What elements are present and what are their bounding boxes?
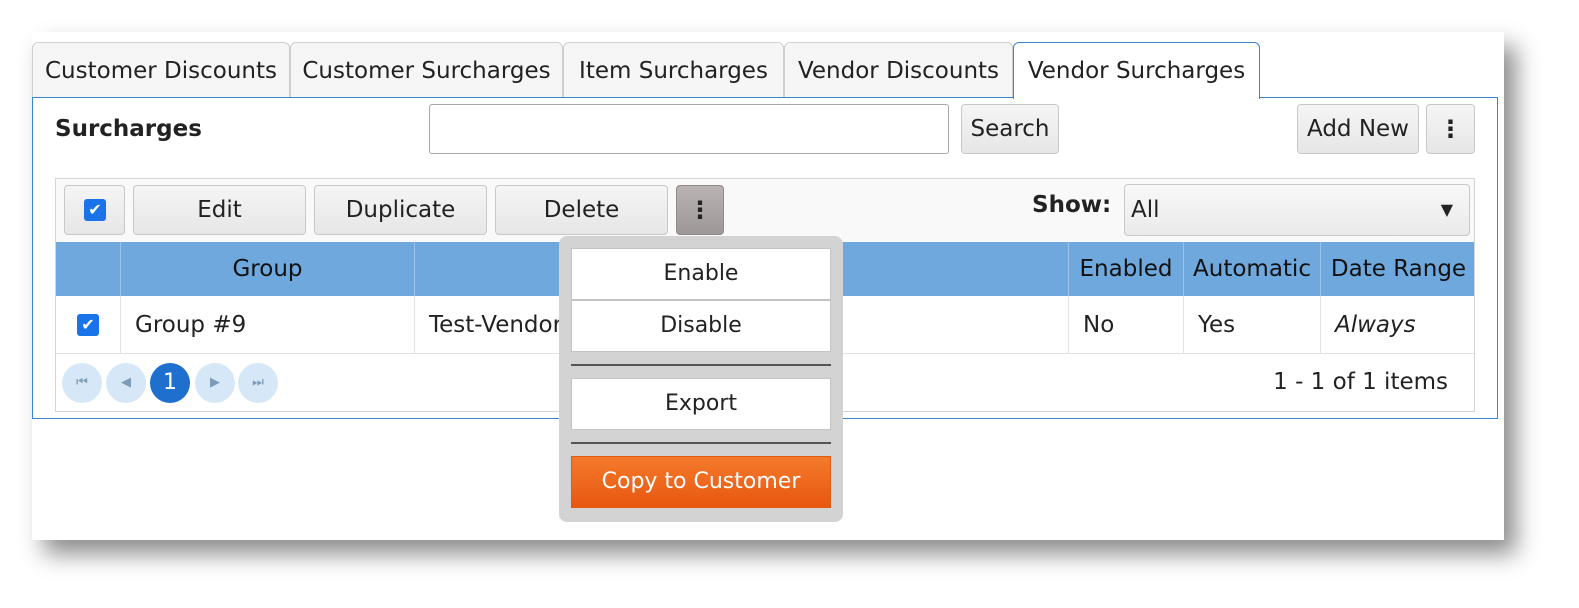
show-label: Show:	[1032, 192, 1112, 218]
menu-item-export[interactable]: Export	[571, 378, 831, 430]
row-checkbox[interactable]: ✔	[77, 314, 99, 336]
cell-enabled: No	[1068, 296, 1183, 354]
cell-date-range: Always	[1320, 296, 1476, 354]
tab-customer-surcharges[interactable]: Customer Surcharges	[290, 42, 563, 98]
cell-group: Group #9	[120, 296, 414, 354]
show-filter-value: All	[1131, 197, 1160, 223]
pager-info: 1 - 1 of 1 items	[1273, 369, 1448, 395]
tab-customer-discounts[interactable]: Customer Discounts	[32, 42, 290, 98]
search-input[interactable]	[429, 104, 949, 154]
menu-item-enable[interactable]: Enable	[571, 248, 831, 300]
menu-item-copy-to-customer[interactable]: Copy to Customer	[571, 456, 831, 508]
select-all-checkbox[interactable]: ✔	[84, 199, 106, 221]
add-new-button[interactable]: Add New	[1297, 104, 1419, 154]
duplicate-button[interactable]: Duplicate	[314, 185, 487, 235]
edit-button[interactable]: Edit	[133, 185, 306, 235]
delete-button[interactable]: Delete	[495, 185, 668, 235]
actions-dropdown-menu: Enable Disable Export Copy to Customer	[559, 236, 843, 522]
tab-item-surcharges[interactable]: Item Surcharges	[563, 42, 784, 98]
tab-vendor-surcharges[interactable]: Vendor Surcharges	[1013, 42, 1260, 99]
column-header-enabled[interactable]: Enabled	[1068, 242, 1183, 296]
select-all-button[interactable]: ✔	[64, 185, 125, 235]
vertical-ellipsis-icon: ⋮	[1438, 115, 1463, 143]
more-options-button[interactable]: ⋮	[1426, 104, 1475, 154]
chevron-down-icon: ▼	[1440, 200, 1453, 219]
vertical-ellipsis-icon: ⋮	[688, 196, 712, 224]
first-page-icon[interactable]: ⏮	[62, 363, 102, 403]
page-title: Surcharges	[55, 116, 202, 142]
menu-divider	[571, 442, 831, 444]
last-page-icon[interactable]: ⏭	[238, 363, 278, 403]
page-number-button[interactable]: 1	[150, 363, 190, 403]
menu-item-disable[interactable]: Disable	[571, 300, 831, 352]
search-button[interactable]: Search	[961, 104, 1059, 154]
cell-automatic: Yes	[1183, 296, 1320, 354]
actions-menu-button[interactable]: ⋮	[676, 185, 724, 235]
column-header-group[interactable]: Group	[120, 242, 414, 296]
tab-vendor-discounts[interactable]: Vendor Discounts	[784, 42, 1013, 98]
show-filter-select[interactable]: All ▼	[1124, 184, 1470, 236]
next-page-icon[interactable]: ▶	[195, 363, 235, 403]
column-header-automatic[interactable]: Automatic	[1183, 242, 1320, 296]
menu-divider	[571, 364, 831, 366]
previous-page-icon[interactable]: ◀	[106, 363, 146, 403]
column-header-date-range[interactable]: Date Range	[1320, 242, 1476, 296]
